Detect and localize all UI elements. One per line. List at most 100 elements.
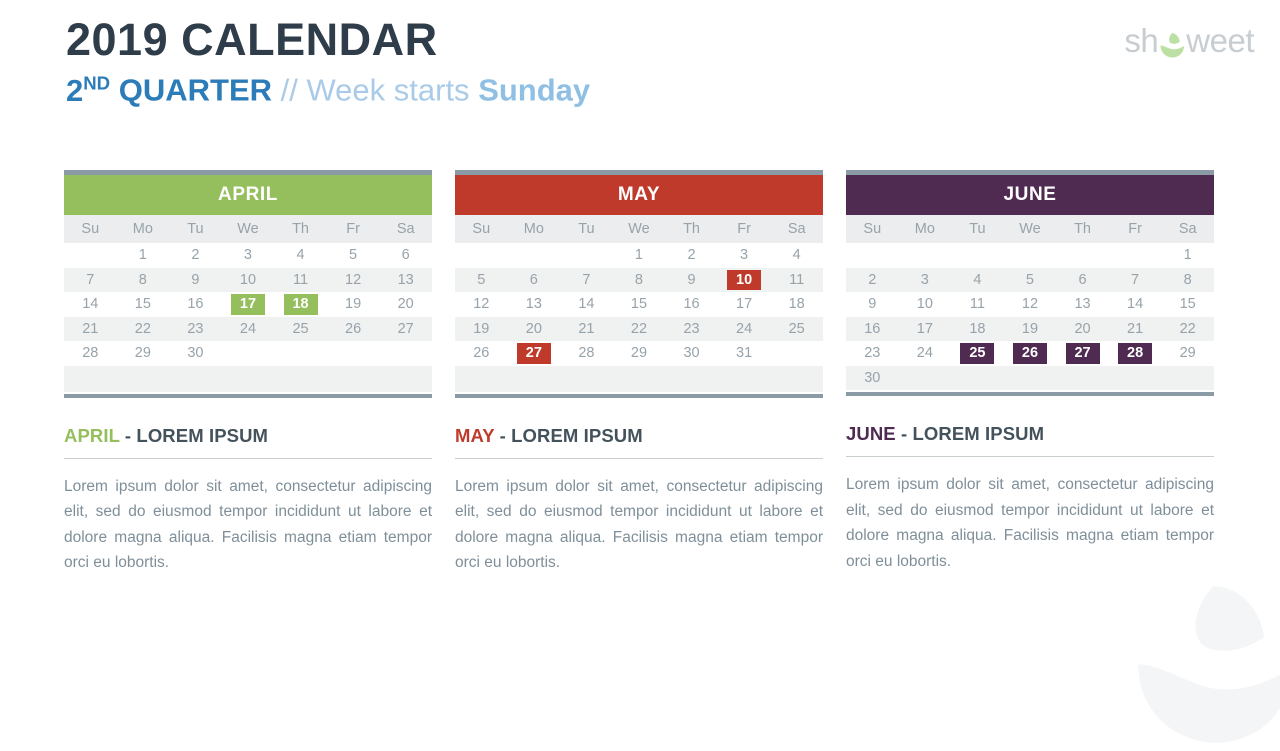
calendar-day[interactable]: 7 [560,267,613,292]
calendar-day[interactable]: 8 [116,267,170,292]
calendar-day[interactable]: 24 [898,341,952,366]
calendar-day[interactable]: 4 [770,243,823,268]
calendar-day[interactable]: 10 [898,292,952,317]
calendar-day[interactable]: 2 [169,243,222,268]
calendar-day[interactable]: 29 [116,341,170,366]
calendar-day[interactable]: 12 [455,292,508,317]
calendar-day[interactable]: 25 [274,316,327,341]
calendar-day[interactable]: 6 [1056,267,1109,292]
calendar-day[interactable]: 15 [612,292,666,317]
calendar-day[interactable]: 3 [221,243,275,268]
calendar-day[interactable]: 23 [665,316,718,341]
calendar-day[interactable]: 15 [1161,292,1214,317]
calendar-day[interactable]: 10 [221,267,275,292]
calendar-day[interactable]: 20 [1056,316,1109,341]
calendar-day[interactable]: 30 [846,365,899,390]
calendar-day-highlighted[interactable]: 17 [221,292,275,317]
calendar-day[interactable]: 13 [507,292,561,317]
calendar-day[interactable]: 18 [951,316,1004,341]
calendar-day-highlighted[interactable]: 27 [507,341,561,366]
calendar-day[interactable]: 9 [665,267,718,292]
calendar-day[interactable]: 25 [770,316,823,341]
calendar-table-april[interactable]: Su Mo Tu We Th Fr Sa 1 2 3 4 5 6 7 8 9 10 11 12 13 14… [64,215,432,392]
calendar-day[interactable]: 19 [455,316,508,341]
calendar-day[interactable]: 5 [455,267,508,292]
calendar-day-highlighted[interactable]: 25 [951,341,1004,366]
calendar-day[interactable]: 8 [612,267,666,292]
calendar-day[interactable]: 6 [507,267,561,292]
calendar-day[interactable]: 26 [326,316,380,341]
calendar-day[interactable]: 9 [846,292,899,317]
day-highlight-box[interactable]: 26 [1012,343,1047,364]
calendar-day[interactable]: 4 [951,267,1004,292]
calendar-day[interactable]: 13 [379,267,432,292]
day-highlight-box[interactable]: 27 [1065,343,1100,364]
calendar-day[interactable]: 18 [770,292,823,317]
calendar-day[interactable]: 7 [64,267,117,292]
calendar-day[interactable]: 22 [612,316,666,341]
calendar-day[interactable]: 1 [116,243,170,268]
calendar-day[interactable]: 5 [326,243,380,268]
calendar-day[interactable]: 27 [379,316,432,341]
calendar-day[interactable]: 29 [612,341,666,366]
calendar-day[interactable]: 6 [379,243,432,268]
calendar-day[interactable]: 12 [326,267,380,292]
calendar-day[interactable]: 2 [665,243,718,268]
day-highlight-box[interactable]: 25 [960,343,995,364]
calendar-day[interactable]: 11 [770,267,823,292]
day-highlight-box[interactable]: 18 [283,294,318,315]
calendar-day[interactable]: 3 [717,243,771,268]
calendar-day[interactable]: 11 [951,292,1004,317]
calendar-day[interactable]: 28 [64,341,117,366]
calendar-table-june[interactable]: Su Mo Tu We Th Fr Sa 1 2 3 4 5 6 7 8 9 10 11 12 13 14… [846,215,1214,390]
calendar-day[interactable]: 21 [560,316,613,341]
calendar-day[interactable]: 16 [846,316,899,341]
calendar-day[interactable]: 26 [455,341,508,366]
calendar-day[interactable]: 19 [326,292,380,317]
calendar-day[interactable]: 20 [379,292,432,317]
calendar-day[interactable]: 16 [665,292,718,317]
calendar-day[interactable]: 7 [1108,267,1162,292]
calendar-day[interactable]: 14 [64,292,117,317]
calendar-day-highlighted[interactable]: 10 [717,267,771,292]
day-highlight-box[interactable]: 27 [516,343,551,364]
calendar-day[interactable]: 9 [169,267,222,292]
calendar-day[interactable]: 2 [846,267,899,292]
day-highlight-box[interactable]: 28 [1118,343,1153,364]
calendar-day[interactable]: 24 [221,316,275,341]
calendar-day[interactable]: 11 [274,267,327,292]
calendar-day[interactable]: 21 [1108,316,1162,341]
calendar-day[interactable]: 3 [898,267,952,292]
day-highlight-box[interactable]: 17 [230,294,265,315]
calendar-day-highlighted[interactable]: 28 [1108,341,1162,366]
calendar-day[interactable]: 17 [898,316,952,341]
calendar-day[interactable]: 16 [169,292,222,317]
calendar-day[interactable]: 24 [717,316,771,341]
calendar-day[interactable]: 4 [274,243,327,268]
calendar-day[interactable]: 13 [1056,292,1109,317]
calendar-day[interactable]: 15 [116,292,170,317]
calendar-day[interactable]: 29 [1161,341,1214,366]
calendar-day-highlighted[interactable]: 18 [274,292,327,317]
calendar-day[interactable]: 14 [560,292,613,317]
calendar-day[interactable]: 30 [665,341,718,366]
calendar-day[interactable]: 17 [717,292,771,317]
calendar-day[interactable]: 19 [1003,316,1057,341]
calendar-day-highlighted[interactable]: 26 [1003,341,1057,366]
calendar-table-may[interactable]: Su Mo Tu We Th Fr Sa 1 2 3 4 5 6 7 8 9 10 11 12 13 14… [455,215,823,392]
calendar-day[interactable]: 28 [560,341,613,366]
calendar-day[interactable]: 20 [507,316,561,341]
calendar-day-highlighted[interactable]: 27 [1056,341,1109,366]
calendar-day[interactable]: 22 [116,316,170,341]
calendar-day[interactable]: 22 [1161,316,1214,341]
calendar-day[interactable]: 23 [846,341,899,366]
calendar-day[interactable]: 5 [1003,267,1057,292]
day-highlight-box[interactable]: 10 [727,269,762,290]
calendar-day[interactable]: 12 [1003,292,1057,317]
calendar-day[interactable]: 30 [169,341,222,366]
calendar-day[interactable]: 1 [612,243,666,268]
calendar-day[interactable]: 31 [717,341,771,366]
calendar-day[interactable]: 1 [1161,243,1214,268]
calendar-day[interactable]: 14 [1108,292,1162,317]
calendar-day[interactable]: 8 [1161,267,1214,292]
